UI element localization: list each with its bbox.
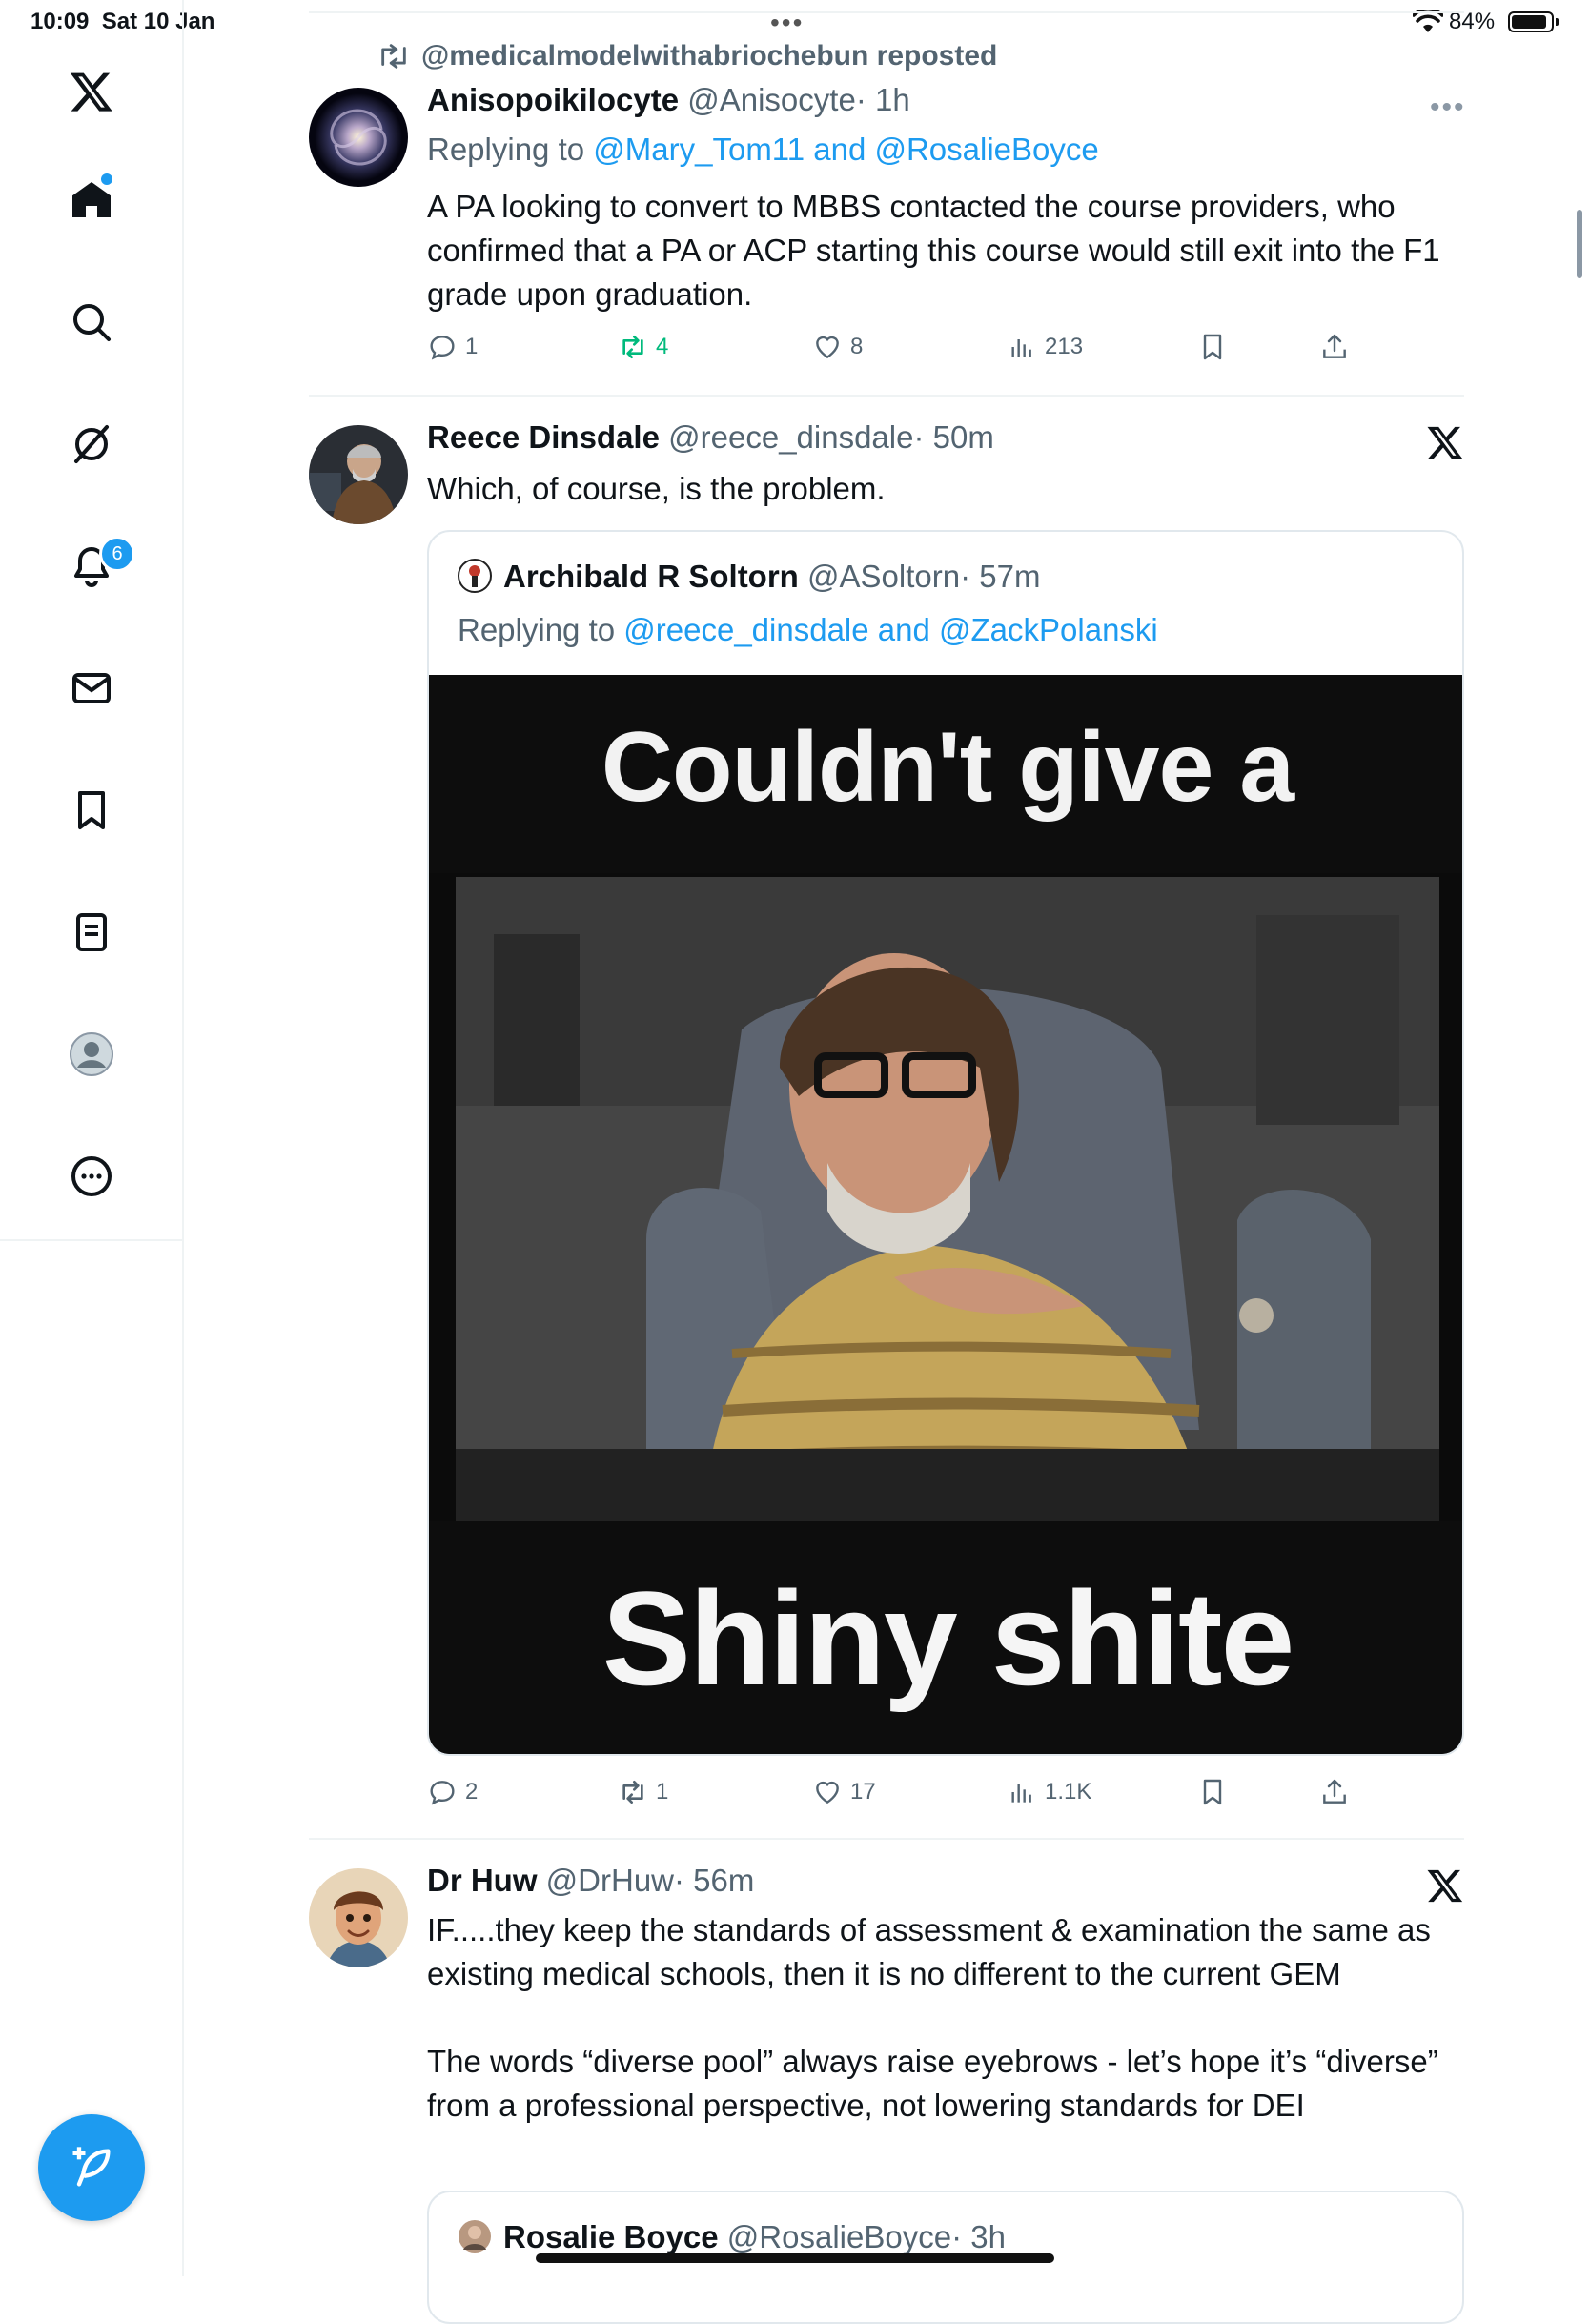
share-icon [1323,334,1346,358]
author-name[interactable]: Anisopoikilocyte [427,82,679,117]
views-icon [1011,339,1031,357]
x-source-icon [1427,426,1463,459]
battery-icon [1508,11,1559,32]
heart-icon [816,336,839,359]
tweet-time[interactable]: · 56m [674,1863,754,1898]
replying-to-links[interactable]: @Mary_Tom11 and @RosalieBoyce [593,132,1098,167]
reply-icon [430,336,455,360]
search-icon [73,304,111,341]
quote-time: · 3h [951,2219,1006,2254]
meme-bottom-text: Shiny shite [601,1563,1295,1713]
sidebar-divider [182,0,184,2276]
repost-label: @medicalmodelwithabriochebun reposted [421,40,998,71]
sidebar-bottom-divider [0,1239,183,1241]
tweet-time[interactable]: · 50m [913,419,993,455]
sidebar-item-more[interactable] [53,1138,130,1214]
quote-avatar [458,559,492,593]
views-icon [1011,1784,1031,1803]
heart-icon [816,1781,839,1804]
bookmark-icon [78,791,105,829]
avatar-anisopoikilocyte[interactable] [309,88,408,187]
tweet-time[interactable]: · 1h [856,82,910,117]
tweet-divider [309,395,1464,397]
share-icon [1323,1779,1346,1804]
sidebar-item-profile[interactable] [53,1016,130,1092]
meme-photo [456,877,1439,1521]
avatar-dr-huw[interactable] [309,1868,408,1967]
bookmark-icon [1203,1779,1222,1805]
reply-button[interactable]: 2 [427,1777,478,1807]
repost-indicator: @medicalmodelwithabriochebun reposted [377,40,997,72]
more-circle-icon [71,1156,112,1196]
sidebar-item-bookmarks[interactable] [53,772,130,848]
tweet-divider [309,1838,1464,1840]
author-name[interactable]: Reece Dinsdale [427,419,660,455]
reply-icon [430,1781,455,1805]
compose-post-button[interactable] [38,2114,145,2221]
quote-time: · 57m [960,559,1041,594]
home-indicator[interactable] [536,2253,1054,2263]
notifications-badge: 6 [99,536,135,572]
x-logo-icon[interactable] [53,53,130,130]
tweet-text: A PA looking to convert to MBBS contacte… [427,189,1440,312]
list-icon [76,913,107,951]
bookmark-button[interactable] [1197,1777,1228,1807]
tweet-actions: 2 1 17 1.1K [427,1777,1380,1815]
views-button[interactable]: 213 [1007,332,1083,362]
author-name[interactable]: Dr Huw [427,1863,538,1898]
status-bar: 10:09 Sat 10 Jan ••• 84% [0,0,1590,46]
quote-author-name: Archibald R Soltorn [503,559,799,594]
quote-replying-to: Replying to @reece_dinsdale and @ZackPol… [458,612,1158,647]
sidebar-item-home[interactable] [53,162,130,238]
repost-button[interactable]: 4 [618,332,668,362]
views-button[interactable]: 1.1K [1007,1777,1091,1807]
scrollbar[interactable] [1577,210,1582,278]
share-button[interactable] [1319,1777,1350,1807]
repost-icon [622,1781,643,1804]
sidebar-item-grok[interactable] [53,406,130,482]
bookmark-icon [1203,334,1222,360]
grok-icon [74,425,109,463]
profile-avatar-icon [70,1032,113,1076]
meme-top-text: Couldn't give a [601,712,1294,823]
like-button[interactable]: 17 [812,1777,876,1807]
quote-avatar [459,2220,491,2253]
quote-header: Archibald R Soltorn @ASoltorn· 57m [503,559,1040,595]
repost-icon [381,44,406,69]
tweet-text: IF.....they keep the standards of assess… [427,1912,1431,1991]
tweet-text-paragraph-2: The words “diverse pool” always raise ey… [427,2044,1438,2123]
like-button[interactable]: 8 [812,332,863,362]
tweet-header: Reece Dinsdale @reece_dinsdale· 50m [427,419,994,456]
mail-icon [72,673,111,703]
status-time: 10:09 Sat 10 Jan [31,9,215,34]
top-divider [309,11,1464,13]
reply-button[interactable]: 1 [427,332,478,362]
share-button[interactable] [1319,332,1350,362]
tweet-header: Dr Huw @DrHuw· 56m [427,1863,754,1899]
more-options-icon[interactable]: ••• [1430,92,1466,124]
author-handle[interactable]: @reece_dinsdale [668,419,913,455]
sidebar-item-search[interactable] [53,284,130,360]
tweet-header: Anisopoikilocyte @Anisocyte· 1h [427,82,910,118]
author-handle[interactable]: @Anisocyte [687,82,856,117]
sidebar-item-messages[interactable] [53,650,130,726]
tweet-actions: 1 4 8 213 [427,332,1380,370]
avatar-reece-dinsdale[interactable] [309,425,408,524]
repost-icon [622,336,643,358]
quote-author-handle: @RosalieBoyce [726,2219,952,2254]
x-source-icon [1427,1869,1463,1903]
meme-image[interactable]: Couldn't give a Shiny shite [429,675,1462,1754]
repost-button[interactable]: 1 [618,1777,668,1807]
home-unread-dot [101,173,112,185]
quote-author-handle: @ASoltorn [807,559,961,594]
sidebar-item-lists[interactable] [53,894,130,970]
bookmark-button[interactable] [1197,332,1228,362]
replying-to: Replying to @Mary_Tom11 and @RosalieBoyc… [427,132,1099,167]
feather-plus-icon [72,2147,111,2187]
tweet-text: Which, of course, is the problem. [427,471,886,506]
author-handle[interactable]: @DrHuw [546,1863,674,1898]
quoted-tweet[interactable]: Archibald R Soltorn @ASoltorn· 57m Reply… [427,530,1464,1756]
quote-header: Rosalie Boyce @RosalieBoyce· 3h [503,2219,1006,2255]
quote-author-name: Rosalie Boyce [503,2219,719,2254]
